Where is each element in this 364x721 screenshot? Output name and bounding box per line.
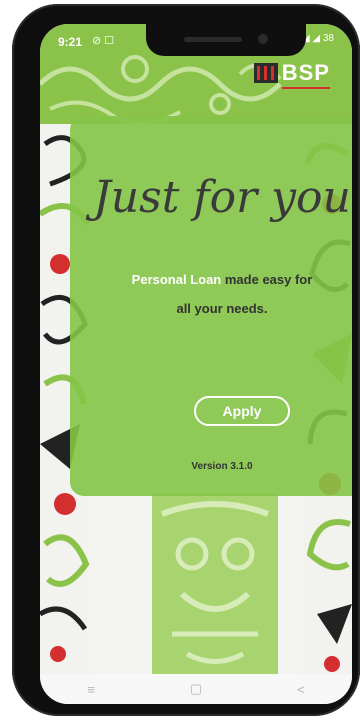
app-version: Version 3.1.0 bbox=[191, 461, 253, 472]
tiki-pattern-center bbox=[152, 494, 278, 674]
status-time: 9:21 bbox=[58, 35, 83, 49]
recent-apps-icon[interactable]: ≡ bbox=[87, 682, 95, 697]
app-screen: 9:21 ⊘ ☐ ◢ ◢ 38 BSP Just for you Persona… bbox=[40, 24, 352, 704]
promo-product-name: Personal Loan bbox=[131, 272, 222, 287]
apply-button[interactable]: Apply bbox=[194, 396, 290, 426]
promo-title: Just for you bbox=[93, 172, 351, 223]
camera-notch bbox=[146, 24, 306, 56]
status-icons-left: ⊘ ☐ bbox=[92, 35, 115, 47]
system-nav-bar: ≡ ▢ < bbox=[40, 674, 352, 704]
app-header: 9:21 ⊘ ☐ ◢ ◢ 38 BSP bbox=[40, 24, 352, 124]
front-camera bbox=[258, 34, 268, 44]
promo-line-2: all your needs. bbox=[176, 301, 268, 316]
promo-card: Just for you Personal Loan made easy for… bbox=[70, 116, 352, 496]
bsp-logo: BSP bbox=[253, 60, 331, 89]
speaker-grille bbox=[184, 37, 242, 42]
promo-line-1-text: made easy for bbox=[224, 272, 313, 287]
home-icon[interactable]: ▢ bbox=[190, 681, 202, 697]
phone-frame: 9:21 ⊘ ☐ ◢ ◢ 38 BSP Just for you Persona… bbox=[12, 4, 360, 716]
status-icons-right: ◢ ◢ 38 bbox=[301, 33, 334, 44]
promo-line-1: Personal Loan made easy for bbox=[70, 272, 352, 287]
bsp-logo-icon bbox=[253, 63, 278, 83]
back-icon[interactable]: < bbox=[297, 682, 305, 697]
bsp-logo-text: BSP bbox=[281, 60, 331, 89]
